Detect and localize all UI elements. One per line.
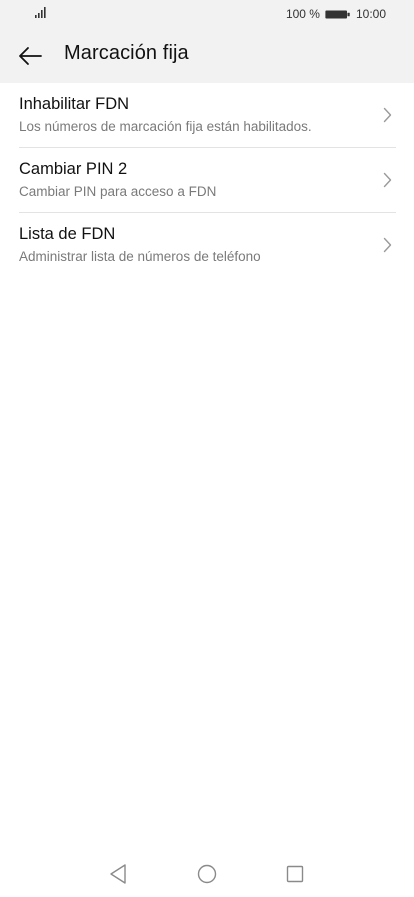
square-recents-icon	[286, 865, 304, 883]
back-button[interactable]	[12, 38, 48, 74]
status-bar: 100 % 10:00	[0, 0, 414, 28]
battery-icon	[325, 9, 350, 19]
list-item-change-pin2[interactable]: Cambiar PIN 2 Cambiar PIN para acceso a …	[0, 148, 414, 213]
chevron-right-icon	[383, 237, 392, 253]
triangle-back-icon	[110, 864, 126, 884]
nav-home-button[interactable]	[195, 862, 219, 886]
status-right: 100 % 10:00	[286, 6, 386, 22]
item-subtitle: Cambiar PIN para acceso a FDN	[19, 184, 217, 199]
item-subtitle: Los números de marcación fija están habi…	[19, 119, 312, 134]
signal-icon	[35, 7, 46, 18]
item-title: Cambiar PIN 2	[19, 160, 128, 178]
list-item-fdn-list[interactable]: Lista de FDN Administrar lista de número…	[0, 213, 414, 278]
app-bar: Marcación fija	[0, 28, 414, 83]
arrow-left-icon	[19, 47, 42, 65]
chevron-right-icon	[383, 172, 392, 188]
nav-back-button[interactable]	[106, 862, 130, 886]
nav-recents-button[interactable]	[283, 862, 307, 886]
item-subtitle: Administrar lista de números de teléfono	[19, 249, 261, 264]
chevron-right-icon	[383, 107, 392, 123]
settings-list: Inhabilitar FDN Los números de marcación…	[0, 83, 414, 278]
navigation-bar	[0, 852, 414, 897]
battery-percentage: 100 %	[285, 7, 320, 21]
page-title: Marcación fija	[64, 42, 189, 64]
item-title: Inhabilitar FDN	[19, 95, 130, 113]
circle-home-icon	[197, 864, 217, 884]
list-item-disable-fdn[interactable]: Inhabilitar FDN Los números de marcación…	[0, 83, 414, 148]
item-title: Lista de FDN	[19, 225, 116, 243]
status-time: 10:00	[355, 7, 386, 21]
top-area: 100 % 10:00 Marcación fija	[0, 0, 414, 83]
